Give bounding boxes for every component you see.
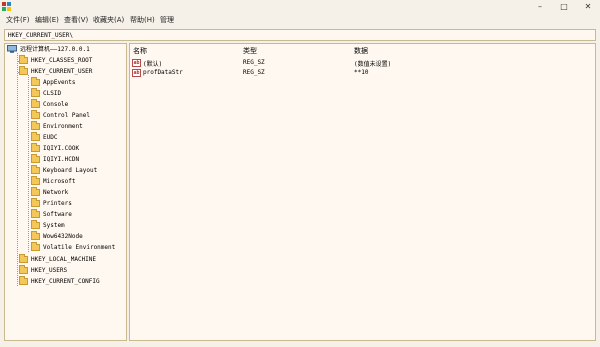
folder-icon — [31, 231, 40, 240]
tree-subkey-label: IQIYI.HCDN — [43, 156, 80, 163]
tree-subkey-label: AppEvents — [43, 79, 76, 86]
address-path: HKEY_CURRENT_USER\ — [8, 32, 74, 39]
computer-icon — [7, 45, 17, 53]
folder-icon — [19, 265, 28, 274]
tree-subkey[interactable]: Keyboard Layout — [31, 165, 125, 176]
string-value-icon: ab — [132, 69, 141, 77]
string-value-icon: ab — [132, 59, 141, 67]
folder-icon — [31, 187, 40, 196]
value-data: **10 — [354, 69, 369, 76]
maximize-button[interactable]: □ — [552, 0, 576, 13]
folder-icon — [31, 198, 40, 207]
minimize-button[interactable]: – — [528, 0, 552, 13]
value-list[interactable]: 名称 类型 数据 ab (默认) REG_SZ (数值未设置) ab profD… — [129, 43, 596, 341]
folder-icon — [31, 209, 40, 218]
tree-connector — [17, 53, 18, 286]
tree-hive-label: HKEY_LOCAL_MACHINE — [31, 256, 97, 263]
column-header-data[interactable]: 数据 — [354, 46, 368, 56]
menu-help[interactable]: 帮助(H) — [130, 15, 155, 25]
value-type: REG_SZ — [243, 59, 265, 66]
tree-subkey[interactable]: IQIYI.COOK — [31, 143, 125, 154]
tree-subkey[interactable]: Software — [31, 209, 125, 220]
folder-icon — [31, 220, 40, 229]
value-type: REG_SZ — [243, 69, 265, 76]
tree-hive[interactable]: HKEY_CURRENT_CONFIG — [19, 276, 124, 287]
tree-subkey[interactable]: Microsoft — [31, 176, 125, 187]
tree-subkey-label: IQIYI.COOK — [43, 145, 80, 152]
folder-icon — [31, 132, 40, 141]
tree-subkey-label: Control Panel — [43, 112, 90, 119]
menu-manage[interactable]: 管理 — [160, 15, 174, 25]
folder-icon — [31, 143, 40, 152]
tree-subkey-label: Wow6432Node — [43, 233, 83, 240]
tree-connector — [28, 75, 29, 252]
folder-icon — [19, 254, 28, 263]
tree-hive[interactable]: HKEY_USERS — [19, 265, 124, 276]
menu-view[interactable]: 查看(V) — [64, 15, 88, 25]
menu-edit[interactable]: 编辑(E) — [35, 15, 59, 25]
tree-subkey[interactable]: System — [31, 220, 125, 231]
tree-subkey-label: Console — [43, 101, 69, 108]
tree-subkey-label: Printers — [43, 200, 72, 207]
tree-hive-label: HKEY_CURRENT_USER — [31, 68, 93, 75]
folder-icon — [31, 77, 40, 86]
tree-subkey[interactable]: AppEvents — [31, 77, 125, 88]
tree-subkey-label: Software — [43, 211, 72, 218]
tree-subkey[interactable]: Network — [31, 187, 125, 198]
tree-root[interactable]: 远程计算机——127.0.0.1 — [7, 45, 125, 55]
column-header-name[interactable]: 名称 — [133, 46, 147, 56]
tree-root-label: 远程计算机——127.0.0.1 — [20, 46, 90, 53]
folder-icon — [31, 154, 40, 163]
value-name: profDataStr — [143, 69, 183, 76]
folder-icon — [31, 88, 40, 97]
tree-subkey-label: EUDC — [43, 134, 58, 141]
menu-file[interactable]: 文件(F) — [6, 15, 30, 25]
folder-icon — [31, 121, 40, 130]
tree-subkey-label: CLSID — [43, 90, 62, 97]
folder-icon — [19, 276, 28, 285]
title-bar: – □ ✕ — [0, 0, 600, 13]
registry-editor-icon — [2, 2, 11, 11]
address-bar[interactable]: HKEY_CURRENT_USER\ — [4, 29, 596, 41]
tree-hive-expanded[interactable]: HKEY_CURRENT_USER — [19, 66, 124, 77]
menu-favorites[interactable]: 收藏夹(A) — [93, 15, 124, 25]
tree-subkey-label: System — [43, 222, 65, 229]
registry-tree[interactable]: 远程计算机——127.0.0.1 HKEY_CLASSES_ROOT HKEY_… — [4, 43, 127, 341]
folder-icon — [31, 242, 40, 251]
tree-hive[interactable]: HKEY_CLASSES_ROOT — [19, 55, 124, 66]
list-row[interactable]: ab (默认) REG_SZ (数值未设置) — [132, 58, 592, 68]
tree-subkey[interactable]: Control Panel — [31, 110, 125, 121]
tree-hive-label: HKEY_CURRENT_CONFIG — [31, 278, 100, 285]
menu-bar: 文件(F) 编辑(E) 查看(V) 收藏夹(A) 帮助(H) 管理 — [0, 13, 600, 27]
tree-subkey-label: Network — [43, 189, 69, 196]
tree-subkey-label: Microsoft — [43, 178, 76, 185]
folder-icon — [31, 110, 40, 119]
tree-subkey[interactable]: Printers — [31, 198, 125, 209]
tree-subkey[interactable]: CLSID — [31, 88, 125, 99]
tree-hive-label: HKEY_CLASSES_ROOT — [31, 57, 93, 64]
folder-icon — [19, 55, 28, 64]
folder-open-icon — [19, 66, 28, 75]
list-row[interactable]: ab profDataStr REG_SZ **10 — [132, 68, 592, 78]
tree-subkey-label: Keyboard Layout — [43, 167, 98, 174]
tree-hive-label: HKEY_USERS — [31, 267, 68, 274]
value-name: (默认) — [143, 61, 163, 68]
folder-icon — [31, 99, 40, 108]
tree-subkey-label: Volatile Environment — [43, 244, 116, 251]
tree-subkey[interactable]: Volatile Environment — [31, 242, 125, 253]
column-header-type[interactable]: 类型 — [243, 46, 257, 56]
tree-subkey-label: Environment — [43, 123, 83, 130]
tree-subkey[interactable]: Wow6432Node — [31, 231, 125, 242]
folder-icon — [31, 165, 40, 174]
tree-subkey[interactable]: IQIYI.HCDN — [31, 154, 125, 165]
tree-hive[interactable]: HKEY_LOCAL_MACHINE — [19, 254, 124, 265]
value-data: (数值未设置) — [354, 61, 392, 68]
folder-icon — [31, 176, 40, 185]
tree-subkey[interactable]: EUDC — [31, 132, 125, 143]
tree-subkey[interactable]: Environment — [31, 121, 125, 132]
tree-subkey[interactable]: Console — [31, 99, 125, 110]
close-button[interactable]: ✕ — [576, 0, 600, 13]
